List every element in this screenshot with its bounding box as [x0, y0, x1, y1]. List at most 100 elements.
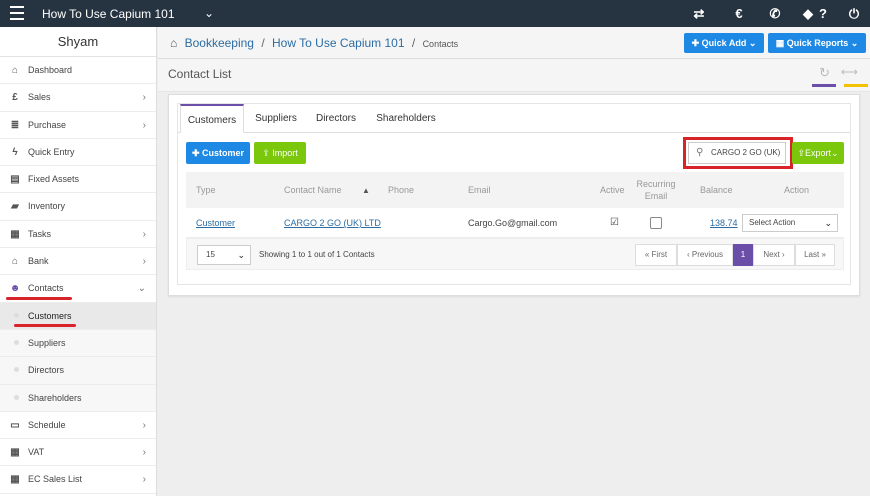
quick-reports-button[interactable]: ▦ Quick Reports ⌄ — [768, 33, 866, 53]
currency-icon[interactable]: € — [730, 5, 748, 23]
sidebar-subitem-label: Customers — [28, 310, 72, 321]
table-row: Customer CARGO 2 GO (UK) LTD Cargo.Go@gm… — [186, 208, 844, 238]
export-button[interactable]: ⇪Export⌄ — [792, 142, 844, 164]
balance-link[interactable]: 138.74 — [710, 208, 738, 238]
pagination-first[interactable]: « First — [635, 244, 677, 266]
sidebar-user-name[interactable]: Shyam — [0, 27, 156, 57]
pagination-last[interactable]: Last » — [795, 244, 835, 266]
add-customer-button[interactable]: ✚ Customer — [186, 142, 250, 164]
sidebar-item-label: Bank — [28, 256, 49, 267]
recurring-email-checkbox[interactable] — [650, 217, 662, 229]
contact-type-link[interactable]: Customer — [196, 208, 235, 238]
accent-bar-purple — [812, 84, 836, 87]
pagination-next[interactable]: Next › — [753, 244, 795, 266]
sidebar-subitem-shareholders[interactable]: Shareholders — [0, 384, 156, 412]
contact-list-panel: Customers Suppliers Directors Shareholde… — [177, 103, 851, 285]
sidebar-item-inventory[interactable]: ▰ Inventory — [0, 193, 156, 221]
bank-icon: ⌂ — [11, 256, 19, 268]
import-button[interactable]: ⇪ Import — [254, 142, 306, 164]
column-header-active[interactable]: Active — [600, 172, 625, 208]
pagination-previous[interactable]: ‹ Previous — [677, 244, 733, 266]
calendar-icon: ▭ — [10, 419, 20, 431]
dashboard-icon: ⌂ — [11, 65, 19, 76]
chevron-down-icon: ⌄ — [746, 38, 757, 48]
breadcrumb-current: Contacts — [422, 39, 459, 49]
bullet-icon — [14, 312, 19, 318]
chevron-down-icon: ⌄ — [848, 38, 859, 48]
sidebar-item-label: Dashboard — [28, 65, 73, 75]
sidebar-item-label: Schedule — [28, 419, 66, 430]
quick-add-button[interactable]: ✚ Quick Add ⌄ — [684, 33, 764, 53]
contact-tabs: Customers Suppliers Directors Shareholde… — [178, 104, 850, 133]
breadcrumb: ⌂ Bookkeeping / How To Use Capium 101 / … — [170, 36, 458, 50]
sidebar-item-bank[interactable]: ⌂ Bank › — [0, 248, 156, 276]
pagination-summary: Showing 1 to 1 out of 1 Contacts — [259, 250, 375, 259]
tasks-icon: ▦ — [10, 228, 20, 240]
question-icon[interactable]: ? — [814, 5, 832, 23]
column-header-type[interactable]: Type — [196, 172, 216, 208]
highlight-underline — [6, 297, 72, 300]
tab-customers[interactable]: Customers — [180, 104, 244, 133]
highlight-underline — [14, 324, 76, 327]
bullet-icon — [14, 367, 19, 373]
power-icon[interactable]: ⏻ — [845, 5, 863, 23]
sidebar-item-label: Inventory — [28, 201, 66, 212]
pagination-page-1[interactable]: 1 — [733, 244, 753, 266]
sidebar: Shyam ⌂ Dashboard £ Sales › ≣ Purchase ›… — [0, 27, 157, 496]
chevron-down-icon: ⌄ — [237, 250, 245, 260]
sidebar-subitem-label: Suppliers — [28, 337, 66, 348]
truck-icon: ▰ — [11, 201, 19, 213]
app-title[interactable]: How To Use Capium 101 — [42, 7, 175, 21]
contact-name-link[interactable]: CARGO 2 GO (UK) LTD — [284, 208, 381, 238]
sidebar-subitem-suppliers[interactable]: Suppliers — [0, 329, 156, 358]
expand-icon[interactable]: ⟷ — [841, 65, 858, 79]
home-icon[interactable]: ⌂ — [170, 36, 177, 50]
tab-shareholders[interactable]: Shareholders — [370, 104, 442, 133]
column-header-balance[interactable]: Balance — [700, 172, 733, 208]
refresh-icon[interactable]: ↻ — [819, 65, 830, 81]
column-header-recurring-email[interactable]: Recurring Email — [630, 172, 682, 208]
menu-icon[interactable] — [10, 6, 24, 20]
chevron-down-icon: ⌄ — [137, 283, 146, 295]
top-navbar: How To Use Capium 101 ⌄ ⇄ € ✆ ◆ ? ⏻ — [0, 0, 870, 27]
chevron-down-icon[interactable]: ⌄ — [204, 6, 214, 20]
column-header-contact-name[interactable]: Contact Name ▲ — [284, 172, 370, 208]
table-footer: 15 ⌄ Showing 1 to 1 out of 1 Contacts « … — [186, 238, 844, 270]
sidebar-item-tasks[interactable]: ▦ Tasks › — [0, 221, 156, 249]
sidebar-item-label: Quick Entry — [28, 146, 75, 157]
active-check-icon: ☑ — [610, 217, 619, 228]
sidebar-item-label: EC Sales List — [28, 474, 83, 485]
megaphone-icon[interactable]: ✆ — [766, 5, 784, 23]
sidebar-item-purchase[interactable]: ≣ Purchase › — [0, 112, 156, 139]
sidebar-item-fixed-assets[interactable]: ▤ Fixed Assets — [0, 166, 156, 194]
switch-icon[interactable]: ⇄ — [690, 5, 708, 23]
tab-directors[interactable]: Directors — [308, 104, 364, 133]
sidebar-subitem-label: Directors — [28, 365, 65, 376]
chevron-right-icon: › — [142, 228, 146, 240]
table-icon: ▦ — [775, 38, 787, 48]
breadcrumb-company[interactable]: How To Use Capium 101 — [272, 36, 405, 50]
bullet-icon — [14, 394, 19, 400]
tab-suppliers[interactable]: Suppliers — [248, 104, 304, 133]
sidebar-item-quick-entry[interactable]: ϟ Quick Entry — [0, 139, 156, 167]
sidebar-item-schedule[interactable]: ▭ Schedule › — [0, 412, 156, 440]
sidebar-item-ec-sales-list[interactable]: ▦ EC Sales List › — [0, 466, 156, 494]
upload-icon: ⇪ — [262, 148, 273, 158]
contact-email: Cargo.Go@gmail.com — [468, 218, 558, 228]
breadcrumb-separator: / — [261, 36, 265, 50]
column-header-email[interactable]: Email — [468, 172, 491, 208]
action-select[interactable]: Select Action ⌄ — [742, 214, 838, 232]
sort-up-icon: ▲ — [362, 186, 370, 195]
column-header-phone[interactable]: Phone — [388, 172, 414, 208]
per-page-select[interactable]: 15 ⌄ — [197, 245, 251, 265]
sidebar-item-vat[interactable]: ▦ VAT › — [0, 439, 156, 467]
page-title: Contact List — [168, 67, 232, 81]
sidebar-item-dashboard[interactable]: ⌂ Dashboard — [0, 57, 156, 85]
sidebar-subitem-directors[interactable]: Directors — [0, 357, 156, 385]
sidebar-item-label: Tasks — [28, 228, 52, 239]
lightning-icon: ϟ — [12, 146, 18, 158]
sidebar-item-sales[interactable]: £ Sales › — [0, 84, 156, 112]
breadcrumb-bookkeeping[interactable]: Bookkeeping — [185, 36, 254, 50]
page-header: Contact List ↻ ⟷ — [158, 59, 870, 92]
calculator-icon: ▦ — [10, 474, 20, 486]
